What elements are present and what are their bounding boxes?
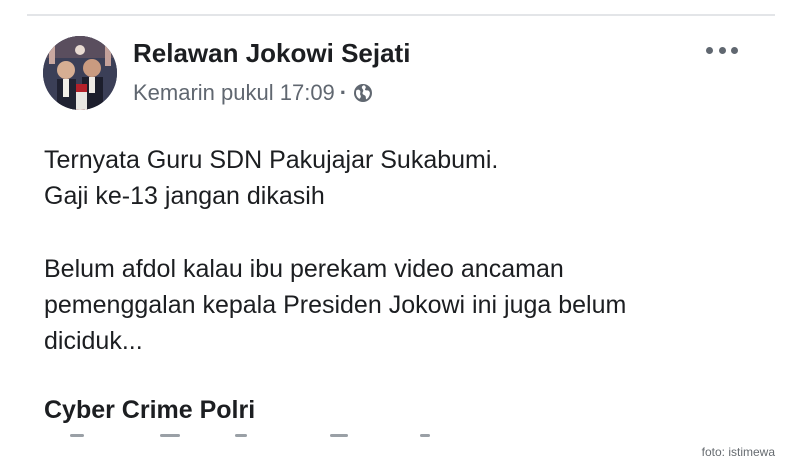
author-name[interactable]: Relawan Jokowi Sejati xyxy=(133,38,410,69)
post-line: Belum afdol kalau ibu perekam video anca… xyxy=(44,255,564,283)
facebook-post: Relawan Jokowi Sejati Kemarin pukul 17:0… xyxy=(0,0,803,473)
post-meta: Kemarin pukul 17:09 · xyxy=(133,80,373,106)
post-line: Ternyata Guru SDN Pakujajar Sukabumi. xyxy=(44,146,499,174)
post-line: Gaji ke-13 jangan dikasih xyxy=(44,182,325,210)
more-dot xyxy=(718,46,726,54)
more-dot xyxy=(731,46,738,54)
avatar[interactable] xyxy=(43,36,117,110)
screenshot-frame: Relawan Jokowi Sejati Kemarin pukul 17:0… xyxy=(0,0,803,473)
more-options-icon[interactable] xyxy=(706,44,738,56)
cropped-next-line xyxy=(60,432,440,438)
photo-credit: foto: istimewa xyxy=(701,445,775,459)
avatar-photo xyxy=(43,36,117,110)
post-footer-bold: Cyber Crime Polri xyxy=(44,396,256,424)
meta-separator: · xyxy=(339,80,348,105)
post-timestamp[interactable]: Kemarin pukul 17:09 xyxy=(133,80,335,106)
post-line: pemenggalan kepala Presiden Jokowi ini j… xyxy=(44,291,627,319)
post-body: Ternyata Guru SDN Pakujajar Sukabumi. Ga… xyxy=(44,142,774,359)
globe-icon[interactable] xyxy=(353,83,373,103)
post-line: diciduk... xyxy=(44,327,143,355)
more-dot xyxy=(706,46,713,54)
